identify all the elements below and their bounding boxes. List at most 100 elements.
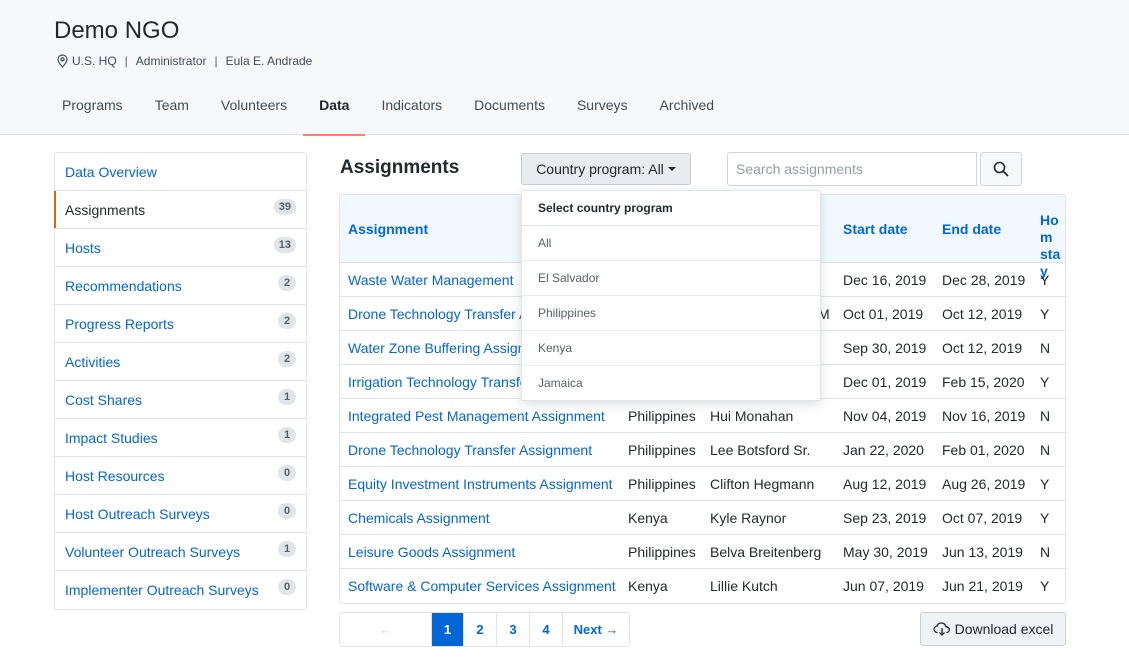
start-date-cell: Nov 04, 2019 bbox=[843, 408, 927, 424]
start-date-cell: Jun 07, 2019 bbox=[843, 578, 924, 594]
tab-surveys[interactable]: Surveys bbox=[561, 97, 644, 135]
count-badge: 2 bbox=[278, 274, 296, 291]
sidebar-item-label: Volunteer Outreach Surveys bbox=[65, 543, 241, 560]
count-badge: 2 bbox=[278, 312, 296, 329]
search-button[interactable] bbox=[980, 152, 1022, 186]
assignment-link[interactable]: Integrated Pest Management Assignment bbox=[348, 399, 605, 433]
end-date-cell: Oct 07, 2019 bbox=[942, 510, 1023, 526]
dropdown-option-philippines[interactable]: Philippines bbox=[522, 296, 820, 331]
end-date-cell: Oct 12, 2019 bbox=[942, 340, 1023, 356]
dropdown-option-el-salvador[interactable]: El Salvador bbox=[522, 261, 820, 296]
sidebar-item-cost-shares[interactable]: Cost Shares 1 bbox=[55, 381, 306, 419]
sidebar-item-impact-studies[interactable]: Impact Studies 1 bbox=[55, 419, 306, 457]
tab-programs[interactable]: Programs bbox=[46, 97, 139, 135]
start-date-cell: Aug 12, 2019 bbox=[843, 476, 927, 492]
main-tabs: Programs Team Volunteers Data Indicators… bbox=[46, 97, 730, 136]
page-4-button[interactable]: 4 bbox=[530, 613, 563, 646]
sidebar-item-label: Impact Studies bbox=[65, 429, 158, 446]
sidebar-item-hosts[interactable]: Hosts 13 bbox=[55, 229, 306, 267]
assignment-link[interactable]: Irrigation Technology Transfe bbox=[348, 365, 528, 399]
tab-data[interactable]: Data bbox=[303, 97, 366, 136]
tab-documents[interactable]: Documents bbox=[458, 97, 561, 135]
start-date-cell: Oct 01, 2019 bbox=[843, 306, 924, 322]
sidebar-item-data-overview[interactable]: Data Overview bbox=[55, 153, 306, 191]
table-row: Equity Investment Instruments Assignment… bbox=[340, 467, 1065, 501]
homestay-cell: N bbox=[1040, 408, 1051, 424]
sidebar-item-host-resources[interactable]: Host Resources 0 bbox=[55, 457, 306, 495]
column-header-assignment[interactable]: Assignment bbox=[348, 221, 428, 238]
sidebar-item-label: Activities bbox=[65, 353, 121, 370]
host-cell: Hui Monahan bbox=[710, 408, 794, 424]
previous-page-button[interactable]: ← Previous bbox=[340, 613, 432, 646]
sidebar-item-recommendations[interactable]: Recommendations 2 bbox=[55, 267, 306, 305]
sidebar-item-activities[interactable]: Activities 2 bbox=[55, 343, 306, 381]
tab-team[interactable]: Team bbox=[139, 97, 205, 135]
homestay-cell: Y bbox=[1040, 374, 1050, 390]
data-sidebar: Data Overview Assignments 39 Hosts 13 Re… bbox=[54, 152, 307, 610]
sidebar-item-assignments[interactable]: Assignments 39 bbox=[54, 191, 306, 229]
assignment-link[interactable]: Water Zone Buffering Assign bbox=[348, 331, 525, 365]
tab-archived[interactable]: Archived bbox=[644, 97, 730, 135]
count-badge: 1 bbox=[278, 540, 296, 557]
country-cell: Kenya bbox=[628, 510, 668, 526]
count-badge: 0 bbox=[278, 502, 296, 519]
assignment-link[interactable]: Drone Technology Transfer Assignment bbox=[348, 433, 592, 467]
dropdown-option-all[interactable]: All bbox=[522, 226, 820, 261]
country-cell: Philippines bbox=[628, 544, 696, 560]
end-date-cell: Dec 28, 2019 bbox=[942, 272, 1026, 288]
country-cell: Philippines bbox=[628, 476, 696, 492]
host-cell: Lee Botsford Sr. bbox=[710, 442, 811, 458]
search-input[interactable] bbox=[727, 152, 977, 186]
end-date-cell: Aug 26, 2019 bbox=[942, 476, 1026, 492]
dropdown-option-jamaica[interactable]: Jamaica bbox=[522, 366, 820, 401]
sidebar-item-volunteer-outreach-surveys[interactable]: Volunteer Outreach Surveys 1 bbox=[55, 533, 306, 571]
homestay-cell: Y bbox=[1040, 306, 1050, 322]
table-row: Drone Technology Transfer Assignment Phi… bbox=[340, 433, 1065, 467]
country-cell: Kenya bbox=[628, 578, 668, 594]
assignment-link[interactable]: Chemicals Assignment bbox=[348, 501, 490, 535]
country-program-filter-button[interactable]: Country program: All bbox=[521, 153, 691, 185]
count-badge: 1 bbox=[278, 388, 296, 405]
homestay-cell: Y bbox=[1040, 578, 1050, 594]
table-row: Software & Computer Services Assignment … bbox=[340, 569, 1065, 603]
country-cell: Philippines bbox=[628, 408, 696, 424]
download-excel-button[interactable]: Download excel bbox=[920, 612, 1066, 646]
assignment-link[interactable]: Leisure Goods Assignment bbox=[348, 535, 515, 569]
caret-down-icon bbox=[667, 167, 676, 171]
count-badge: 2 bbox=[278, 350, 296, 367]
assignment-link[interactable]: Software & Computer Services Assignment bbox=[348, 569, 616, 603]
sidebar-item-implementer-outreach-surveys[interactable]: Implementer Outreach Surveys 0 bbox=[55, 571, 306, 609]
sidebar-item-label: Cost Shares bbox=[65, 391, 143, 408]
homestay-cell: Y bbox=[1040, 272, 1050, 288]
sidebar-item-label: Assignments bbox=[65, 201, 146, 218]
tab-volunteers[interactable]: Volunteers bbox=[205, 97, 303, 135]
filter-label: Country program: All bbox=[536, 161, 664, 177]
assignment-link[interactable]: Equity Investment Instruments Assignment bbox=[348, 467, 613, 501]
page-1-button[interactable]: 1 bbox=[432, 613, 464, 646]
tab-indicators[interactable]: Indicators bbox=[365, 97, 458, 135]
homestay-cell: N bbox=[1040, 442, 1051, 458]
sidebar-item-progress-reports[interactable]: Progress Reports 2 bbox=[55, 305, 306, 343]
assignment-link[interactable]: Waste Water Management bbox=[348, 263, 513, 297]
table-row: Leisure Goods Assignment Philippines Bel… bbox=[340, 535, 1065, 569]
column-header-end-date[interactable]: End date bbox=[942, 221, 1001, 238]
start-date-cell: Sep 30, 2019 bbox=[843, 340, 927, 356]
count-badge: 0 bbox=[278, 464, 296, 481]
dropdown-option-kenya[interactable]: Kenya bbox=[522, 331, 820, 366]
sidebar-item-label: Host Outreach Surveys bbox=[65, 505, 210, 522]
host-cell: Clifton Hegmann bbox=[710, 476, 815, 492]
page-2-button[interactable]: 2 bbox=[464, 613, 497, 646]
end-date-cell: Jun 21, 2019 bbox=[942, 578, 1023, 594]
end-date-cell: Feb 15, 2020 bbox=[942, 374, 1025, 390]
page-3-button[interactable]: 3 bbox=[497, 613, 530, 646]
dropdown-header: Select country program bbox=[522, 191, 820, 226]
column-header-start-date[interactable]: Start date bbox=[843, 221, 908, 238]
start-date-cell: Jan 22, 2020 bbox=[843, 442, 924, 458]
end-date-cell: Nov 16, 2019 bbox=[942, 408, 1026, 424]
sidebar-item-label: Data Overview bbox=[65, 163, 157, 180]
assignment-link[interactable]: Drone Technology Transfer A bbox=[348, 297, 528, 331]
next-page-button[interactable]: Next → bbox=[563, 613, 629, 646]
table-row: Chemicals Assignment Kenya Kyle Raynor S… bbox=[340, 501, 1065, 535]
homestay-cell: Y bbox=[1040, 510, 1050, 526]
sidebar-item-host-outreach-surveys[interactable]: Host Outreach Surveys 0 bbox=[55, 495, 306, 533]
